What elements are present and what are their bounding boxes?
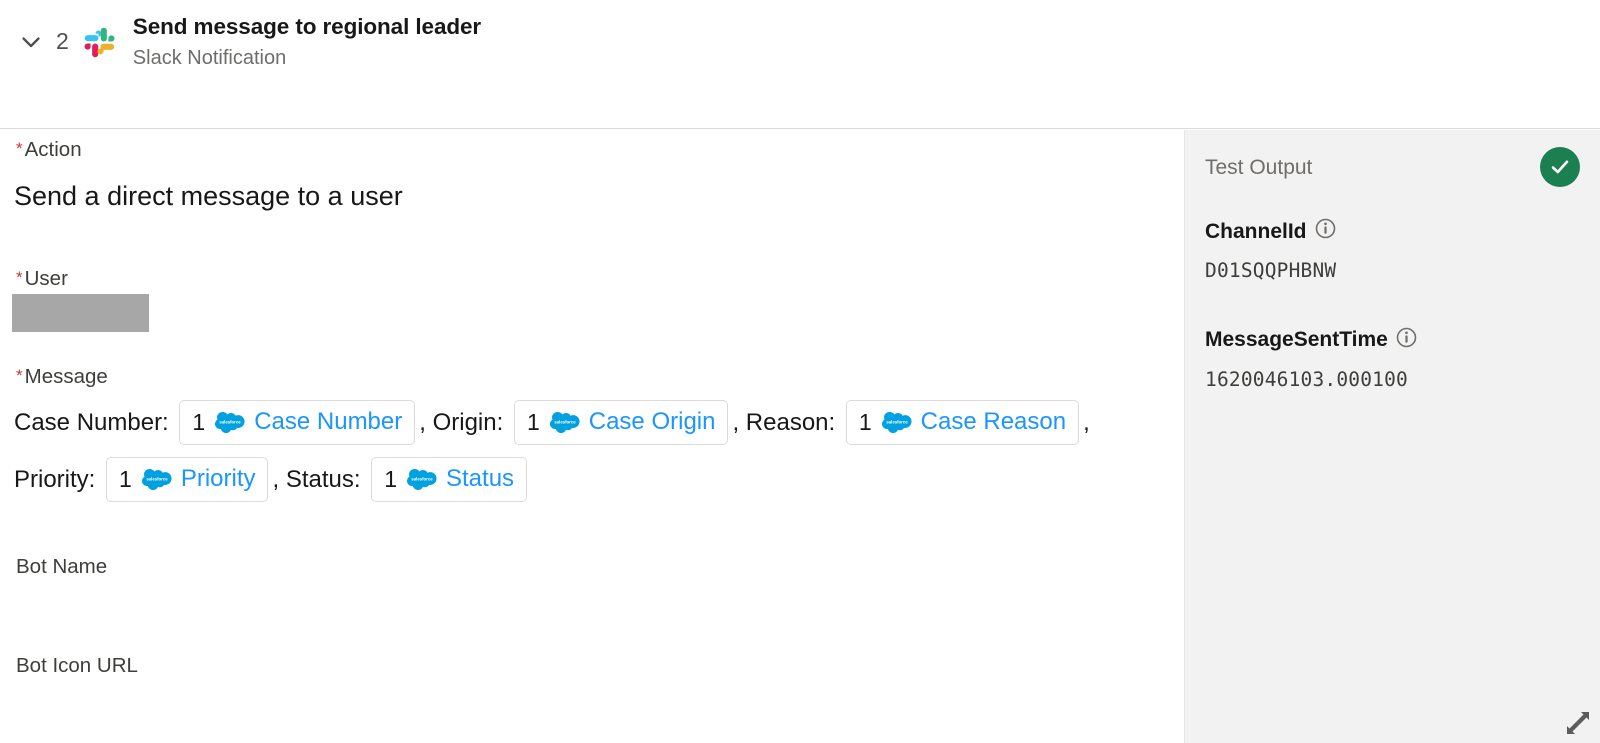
step-subtitle: Slack Notification xyxy=(132,46,287,69)
step-header: 2 Send message to regional leader Slack … xyxy=(0,0,1600,129)
required-marker-user: * xyxy=(16,268,23,287)
merge-field-label: Status xyxy=(446,465,515,492)
user-label-text: User xyxy=(24,267,68,290)
slack-notification-step-panel: 2 Send message to regional leader Slack … xyxy=(0,0,1600,743)
message-static-text: , Reason: xyxy=(732,408,842,436)
resize-expand-icon[interactable] xyxy=(1563,708,1593,738)
required-marker-action: * xyxy=(16,139,23,158)
user-field-label: *User xyxy=(16,267,68,290)
output-key: ChannelId xyxy=(1205,219,1307,243)
merge-field-pill[interactable]: 1 salesforce Priority xyxy=(106,457,269,502)
step-number: 2 xyxy=(56,27,69,54)
merge-field-pill[interactable]: 1 salesforce Status xyxy=(371,457,528,502)
message-line: Priority: 1 salesforce Priority , Status: 1… xyxy=(14,451,1154,508)
chevron-down-icon[interactable] xyxy=(14,25,48,59)
bot-icon-url-field-label: Bot Icon URL xyxy=(16,654,138,677)
message-static-text: , Origin: xyxy=(419,408,510,436)
message-line: Case Number: 1 salesforce Case Number , Ori… xyxy=(14,394,1154,451)
output-value: 1620046103.000100 xyxy=(1205,367,1408,391)
merge-field-index: 1 xyxy=(192,408,206,435)
output-entry-messagesenttime: MessageSentTime 1620046103.000100 xyxy=(1205,327,1580,390)
merge-field-index: 1 xyxy=(526,408,540,435)
test-output-title: Test Output xyxy=(1205,155,1313,179)
merge-field-index: 1 xyxy=(384,465,397,492)
message-static-text: , Status: xyxy=(272,465,368,493)
message-rich-text-editor[interactable]: Case Number: 1 salesforce Case Number , Ori… xyxy=(14,394,1154,508)
merge-field-label: Case Origin xyxy=(588,408,716,435)
svg-text:salesforce: salesforce xyxy=(886,419,908,424)
action-field-label: *Action xyxy=(16,138,82,161)
test-output-panel: Test Output ChannelId D01SQQPHBNW Messag… xyxy=(1184,130,1600,743)
success-check-icon xyxy=(1540,147,1580,187)
output-key-row: ChannelId xyxy=(1205,218,1580,244)
svg-text:salesforce: salesforce xyxy=(146,476,168,481)
salesforce-cloud-icon: salesforce xyxy=(215,411,254,433)
action-form: *Action Send a direct message to a user … xyxy=(0,130,1184,743)
user-input-redacted[interactable] xyxy=(12,294,149,332)
message-label-text: Message xyxy=(24,365,108,388)
slack-logo-icon xyxy=(83,25,117,59)
output-key: MessageSentTime xyxy=(1205,328,1388,351)
output-entry-channelid: ChannelId D01SQQPHBNW xyxy=(1205,218,1580,281)
info-icon[interactable] xyxy=(1396,327,1417,353)
merge-field-label: Case Reason xyxy=(920,408,1067,435)
info-icon[interactable] xyxy=(1315,218,1336,244)
message-field-label: *Message xyxy=(16,365,108,388)
output-key-row: MessageSentTime xyxy=(1205,327,1580,353)
output-value: D01SQQPHBNW xyxy=(1205,259,1337,282)
page-title: Send message to regional leader xyxy=(132,14,482,39)
salesforce-cloud-icon: salesforce xyxy=(881,411,921,433)
message-static-text: , xyxy=(1083,408,1090,436)
salesforce-cloud-icon: salesforce xyxy=(141,468,181,490)
merge-field-pill[interactable]: 1 salesforce Case Reason xyxy=(845,400,1080,445)
required-marker-message: * xyxy=(16,366,23,385)
svg-text:salesforce: salesforce xyxy=(220,419,242,424)
salesforce-cloud-icon: salesforce xyxy=(549,411,589,433)
test-output-header: Test Output xyxy=(1205,144,1580,190)
merge-field-index: 1 xyxy=(119,465,132,492)
message-static-text: Case Number: xyxy=(14,408,176,436)
svg-text:salesforce: salesforce xyxy=(411,476,433,481)
svg-text:salesforce: salesforce xyxy=(554,419,576,424)
step-header-content: 2 Send message to regional leader Slack … xyxy=(0,0,481,71)
bot-name-field-label: Bot Name xyxy=(16,555,108,578)
step-title-group: Send message to regional leader Slack No… xyxy=(133,14,481,71)
salesforce-cloud-icon: salesforce xyxy=(407,468,446,490)
action-value[interactable]: Send a direct message to a user xyxy=(14,183,403,210)
merge-field-label: Case Number xyxy=(254,408,403,435)
message-static-text: Priority: xyxy=(14,465,103,493)
merge-field-pill[interactable]: 1 salesforce Case Origin xyxy=(513,400,729,445)
action-label-text: Action xyxy=(24,138,82,161)
merge-field-label: Priority xyxy=(180,465,256,492)
merge-field-pill[interactable]: 1 salesforce Case Number xyxy=(179,400,416,445)
merge-field-index: 1 xyxy=(858,408,872,435)
